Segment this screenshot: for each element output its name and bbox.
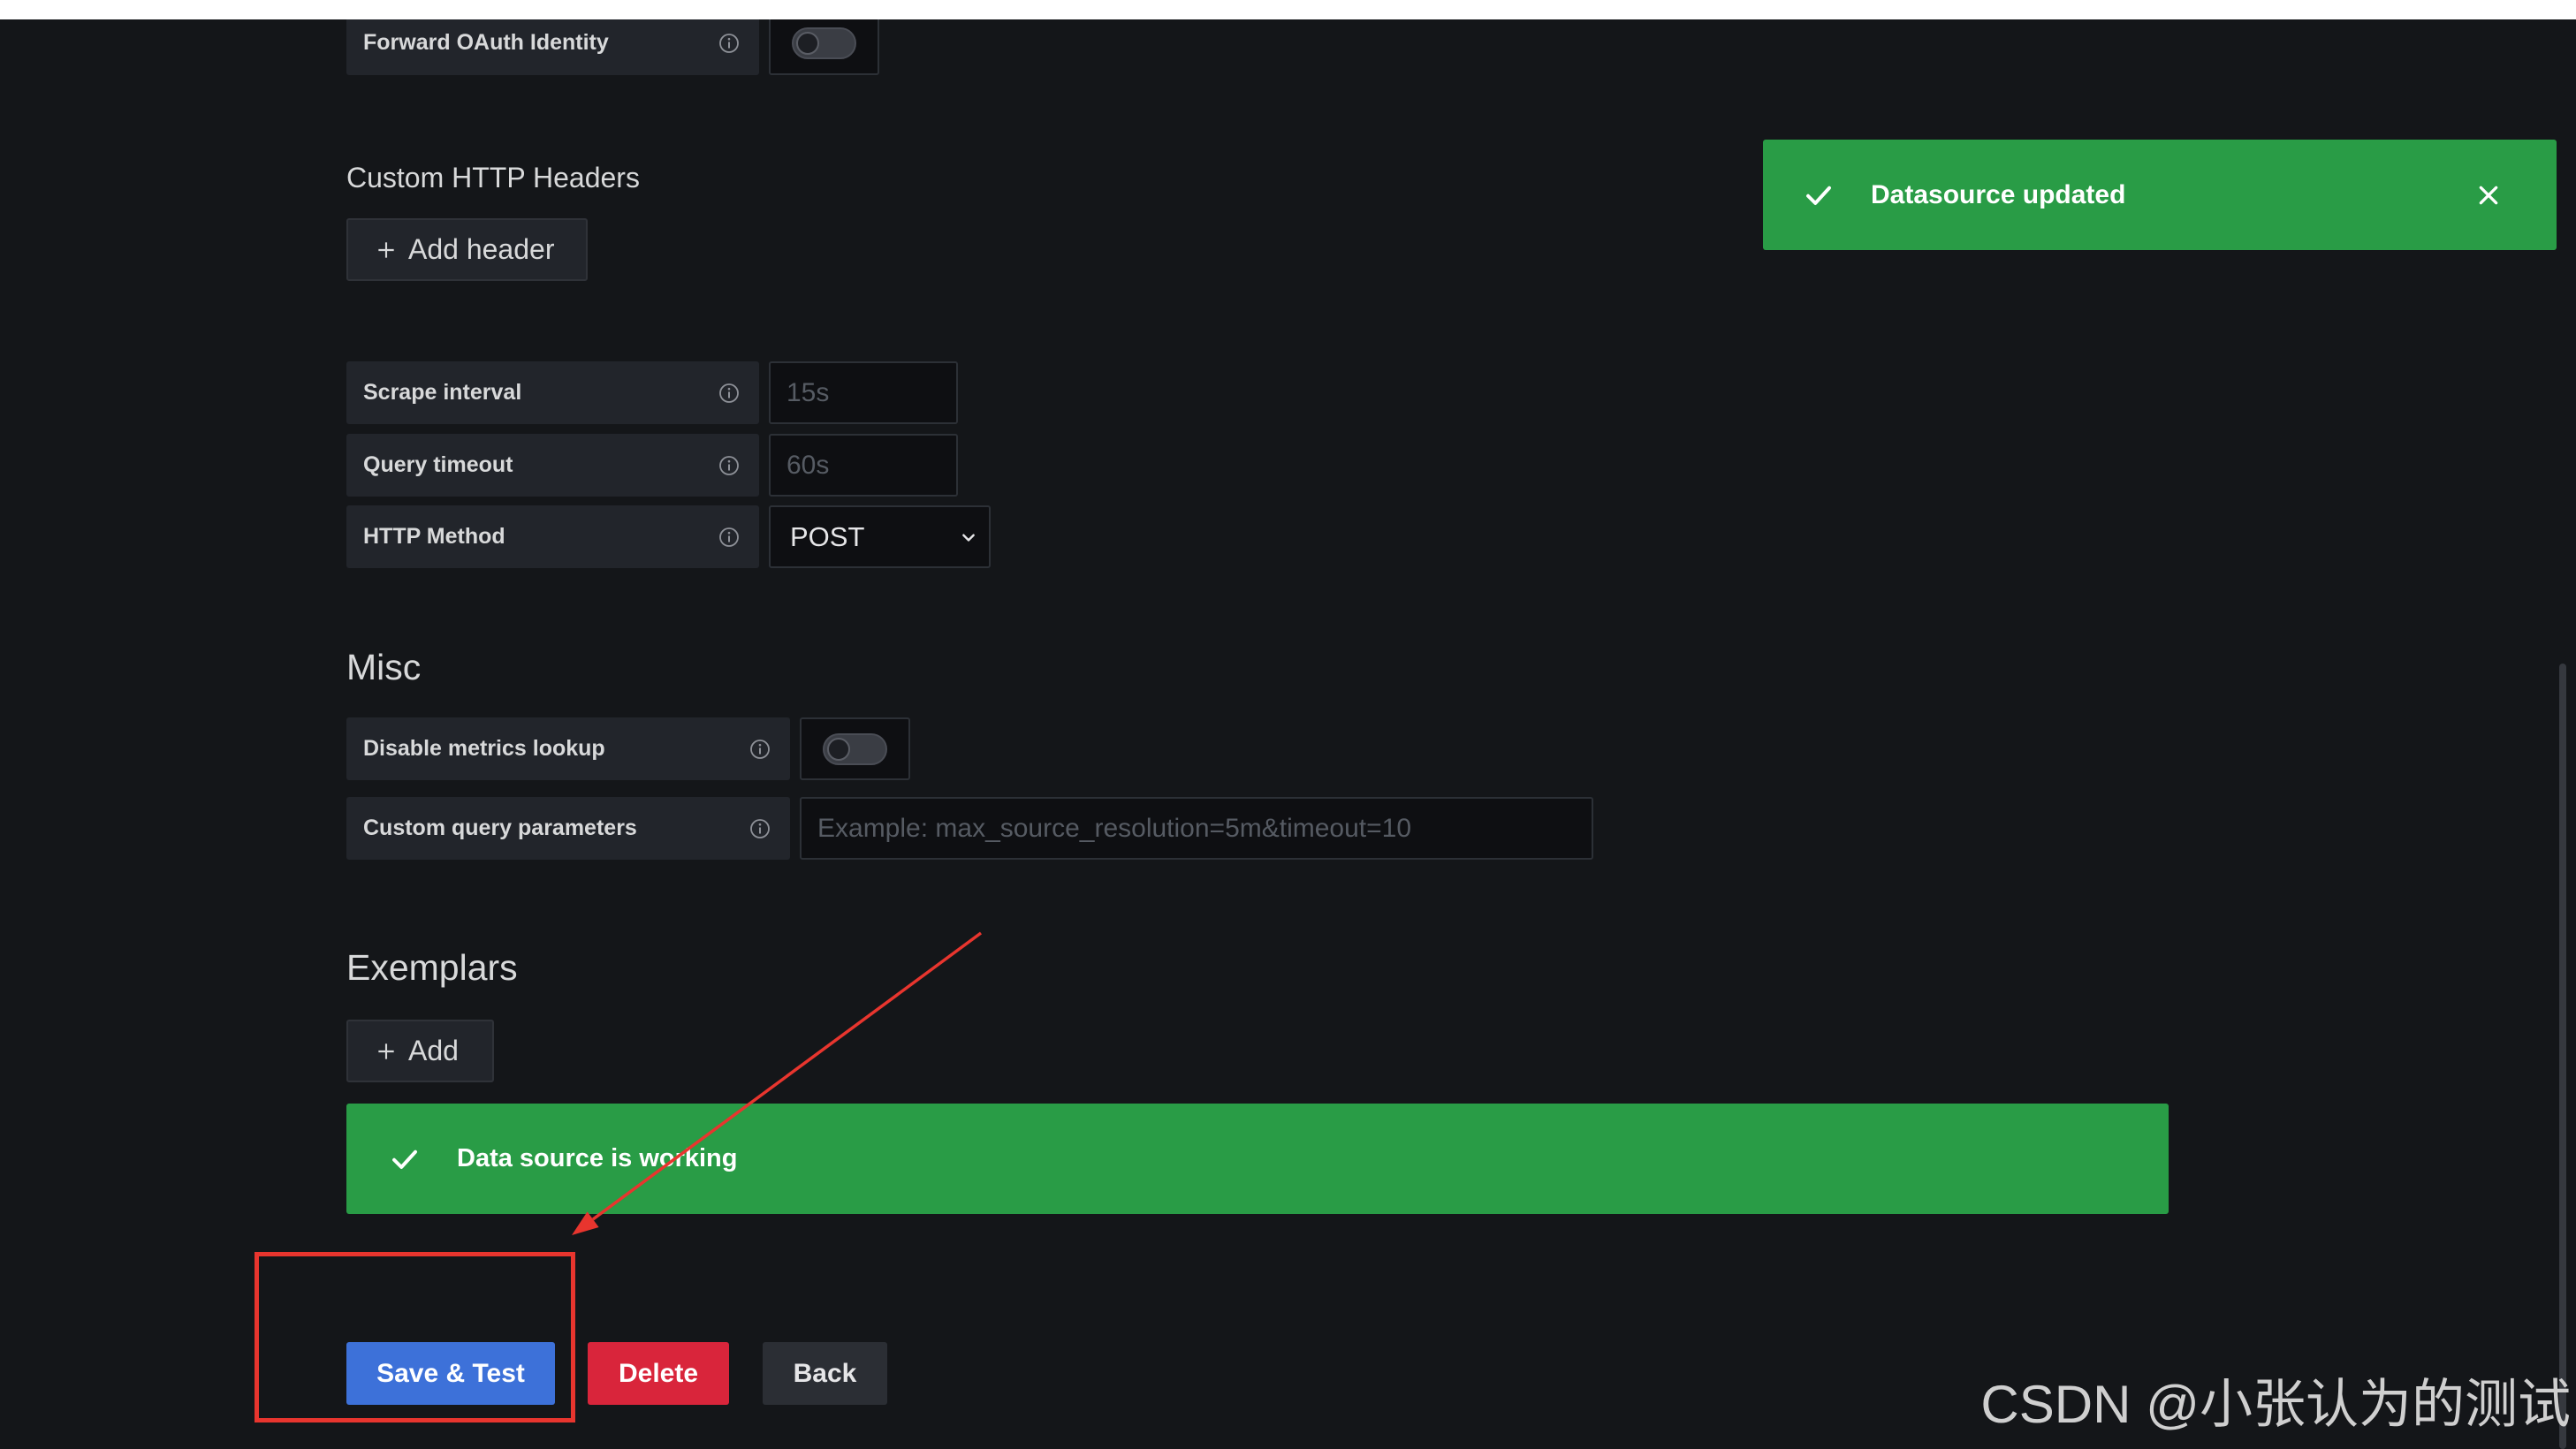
alert-message: Data source is working xyxy=(457,1144,738,1172)
toggle-knob xyxy=(827,737,850,761)
exemplars-heading: Exemplars xyxy=(346,947,518,988)
forward-oauth-toggle-container xyxy=(769,11,879,75)
add-exemplar-button[interactable]: Add xyxy=(346,1020,494,1082)
toast-message: Datasource updated xyxy=(1871,180,2126,209)
http-method-value: POST xyxy=(790,520,865,552)
http-method-label-text: HTTP Method xyxy=(363,524,505,549)
scrape-interval-label-text: Scrape interval xyxy=(363,380,522,405)
custom-query-parameters-label: Custom query parameters xyxy=(346,797,790,860)
custom-query-parameters-input[interactable] xyxy=(800,797,1593,860)
info-circle-icon[interactable] xyxy=(718,33,740,54)
chevron-down-icon xyxy=(961,529,976,545)
query-timeout-label-text: Query timeout xyxy=(363,452,513,477)
scrape-interval-input[interactable] xyxy=(769,361,958,424)
top-window-strip xyxy=(0,0,2576,19)
close-icon[interactable] xyxy=(2477,184,2500,207)
custom-headers-heading: Custom HTTP Headers xyxy=(346,162,640,193)
annotation-rectangle xyxy=(255,1252,575,1422)
forward-oauth-label: Forward OAuth Identity xyxy=(346,11,759,75)
disable-metrics-lookup-toggle[interactable] xyxy=(823,732,887,765)
forward-oauth-toggle[interactable] xyxy=(792,27,856,59)
plus-icon xyxy=(375,1040,398,1063)
http-method-select[interactable]: POST xyxy=(769,505,991,568)
scrape-interval-label: Scrape interval xyxy=(346,361,759,424)
disable-metrics-lookup-label-text: Disable metrics lookup xyxy=(363,736,605,761)
custom-query-parameters-label-text: Custom query parameters xyxy=(363,816,637,840)
http-method-label: HTTP Method xyxy=(346,505,759,568)
toggle-knob xyxy=(796,31,819,55)
query-timeout-label: Query timeout xyxy=(346,434,759,497)
check-icon xyxy=(392,1149,417,1169)
watermark: CSDN @小张认为的测试 xyxy=(1980,1375,2571,1434)
back-button[interactable]: Back xyxy=(763,1342,887,1405)
info-circle-icon[interactable] xyxy=(718,527,740,548)
info-circle-icon[interactable] xyxy=(749,818,771,839)
info-circle-icon[interactable] xyxy=(718,383,740,404)
plus-icon xyxy=(375,239,398,262)
query-timeout-input[interactable] xyxy=(769,434,958,497)
toast-notification: Datasource updated xyxy=(1763,140,2557,250)
misc-heading: Misc xyxy=(346,647,422,687)
scrollbar-thumb[interactable] xyxy=(2559,664,2566,1449)
add-header-button[interactable]: Add header xyxy=(346,218,588,281)
check-icon xyxy=(1806,186,1831,205)
success-alert: Data source is working xyxy=(346,1104,2169,1214)
delete-button[interactable]: Delete xyxy=(588,1342,729,1405)
disable-metrics-lookup-label: Disable metrics lookup xyxy=(346,717,790,780)
forward-oauth-label-text: Forward OAuth Identity xyxy=(363,30,609,55)
info-circle-icon[interactable] xyxy=(718,455,740,476)
add-exemplar-label: Add xyxy=(408,1035,459,1066)
disable-metrics-lookup-toggle-container xyxy=(800,717,910,780)
add-header-label: Add header xyxy=(408,233,555,265)
info-circle-icon[interactable] xyxy=(749,739,771,760)
